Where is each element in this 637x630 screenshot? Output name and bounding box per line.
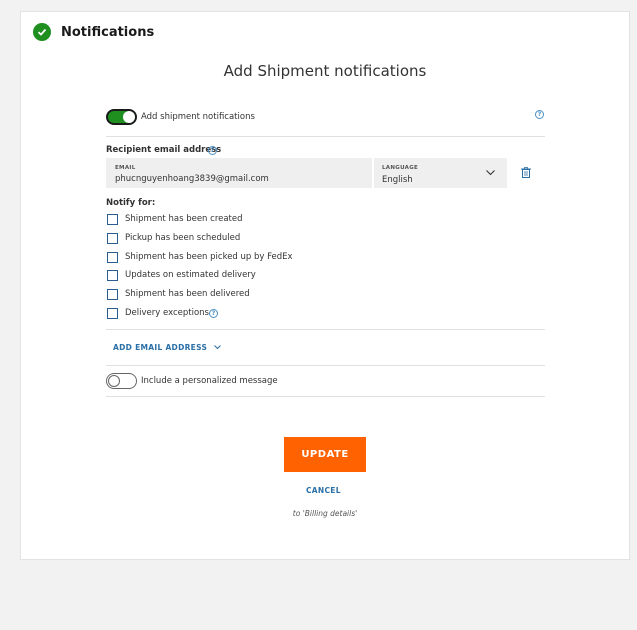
- section-title: Notifications: [61, 25, 155, 40]
- chevron-down-icon: [486, 170, 495, 176]
- checkbox-estimated-delivery[interactable]: [107, 270, 118, 281]
- next-step-hint: to 'Billing details': [292, 509, 358, 518]
- checkbox-picked-up[interactable]: [107, 252, 118, 263]
- trash-icon[interactable]: [521, 167, 531, 178]
- option-label: Delivery exceptions: [125, 308, 209, 318]
- language-field-value: English: [382, 175, 413, 185]
- checkbox-delivered[interactable]: [107, 289, 118, 300]
- add-email-address-link[interactable]: ADD EMAIL ADDRESS: [113, 343, 221, 352]
- notify-for-label: Notify for:: [106, 198, 156, 208]
- option-label: Shipment has been picked up by FedEx: [125, 252, 293, 262]
- personalized-message-toggle[interactable]: [106, 373, 137, 389]
- delivery-exceptions-help-icon[interactable]: ?: [209, 309, 218, 318]
- shipment-notifications-label: Add shipment notifications: [141, 112, 255, 122]
- divider: [106, 329, 545, 330]
- divider: [106, 396, 545, 397]
- checkbox-delivery-exceptions[interactable]: [107, 308, 118, 319]
- option-label: Updates on estimated delivery: [125, 270, 256, 280]
- checkbox-shipment-created[interactable]: [107, 214, 118, 225]
- toggle-knob: [123, 111, 135, 123]
- checkbox-pickup-scheduled[interactable]: [107, 233, 118, 244]
- recipient-help-icon[interactable]: ?: [208, 146, 217, 155]
- chevron-down-icon: [214, 345, 221, 350]
- help-icon[interactable]: ?: [535, 110, 544, 119]
- personalized-message-label: Include a personalized message: [141, 376, 278, 386]
- shipment-notifications-toggle[interactable]: [106, 109, 137, 125]
- option-label: Pickup has been scheduled: [125, 233, 241, 243]
- language-field-label: LANGUAGE: [382, 165, 419, 171]
- option-label: Shipment has been created: [125, 214, 243, 224]
- email-field-label: EMAIL: [115, 165, 136, 171]
- divider: [106, 365, 545, 366]
- email-field[interactable]: EMAIL phucnguyenhoang3839@gmail.com: [106, 158, 372, 188]
- email-field-value: phucnguyenhoang3839@gmail.com: [115, 174, 269, 184]
- recipient-label: Recipient email address: [106, 145, 222, 155]
- update-button[interactable]: UPDATE: [284, 437, 366, 472]
- toggle-knob: [108, 375, 120, 387]
- divider: [106, 136, 545, 137]
- cancel-link[interactable]: CANCEL: [306, 486, 341, 495]
- add-email-label: ADD EMAIL ADDRESS: [113, 343, 208, 352]
- page-heading: Add Shipment notifications: [223, 62, 427, 80]
- option-label: Shipment has been delivered: [125, 289, 250, 299]
- language-select[interactable]: LANGUAGE English: [374, 158, 507, 188]
- notifications-card: Notifications Add Shipment notifications…: [20, 11, 630, 560]
- check-circle-icon: [33, 23, 51, 41]
